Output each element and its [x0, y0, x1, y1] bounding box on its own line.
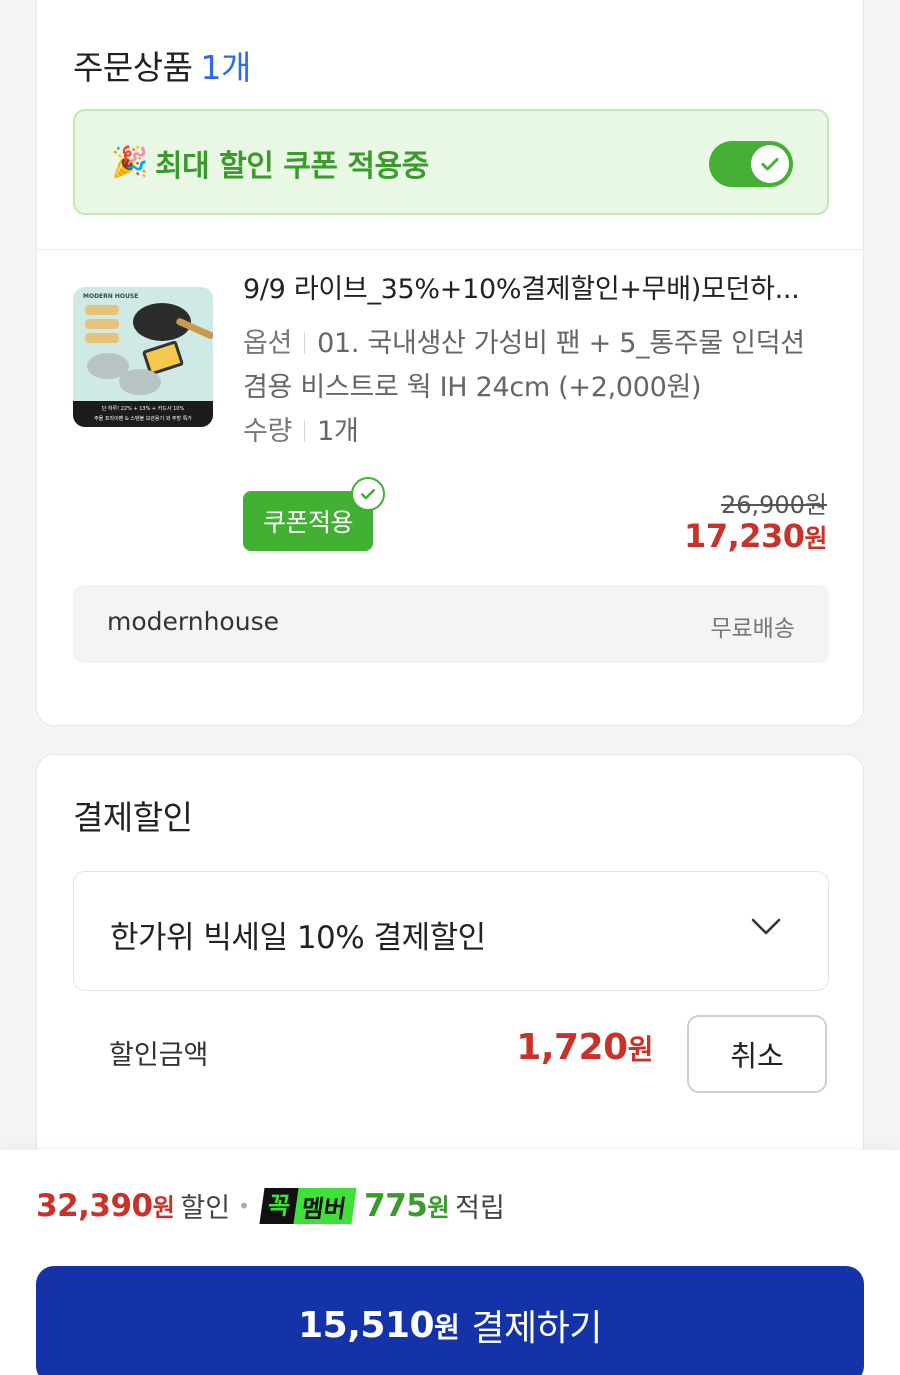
product-option-line: 옵션 01. 국내생산 가성비 팬 + 5_통주물 인덕션	[243, 321, 805, 360]
toggle-check-icon	[751, 145, 789, 183]
product-name[interactable]: 9/9 라이브_35%+10%결제할인+무배)모던하...	[243, 267, 833, 306]
thumb-brand: MODERN HOUSE	[83, 293, 139, 300]
order-title-text: 주문상품	[73, 48, 193, 87]
seller-name: modernhouse	[107, 607, 279, 636]
pay-amount: 15,510원	[298, 1304, 460, 1346]
payment-discount-select[interactable]: 한가위 빅세일 10% 결제할인	[73, 871, 829, 991]
kkok-logo: 꼭	[259, 1187, 299, 1224]
thumb-promo-band: 단 하루! 22% + 13% + 카드사 10% 주물 프라이팬 & 스텐볼 …	[73, 401, 213, 427]
coupon-banner-text: 최대 할인 쿠폰 적용중	[155, 149, 429, 184]
product-thumbnail[interactable]: MODERN HOUSE 단 하루! 22% + 13% + 카드사 10% 주…	[73, 287, 213, 427]
original-price: 26,900원	[720, 491, 827, 519]
qty-value: 1개	[317, 416, 359, 447]
discounted-price: 17,230원	[684, 517, 827, 555]
checkout-bottom-bar: 32,390원 할인 • 꼭 멤버 775원 적립 15,510원 결제하기	[0, 1150, 900, 1375]
member-label: 멤버	[299, 1194, 348, 1222]
separator-dot: •	[238, 1193, 250, 1218]
payment-discount-title: 결제할인	[73, 798, 193, 837]
payment-discount-card: 결제할인 한가위 빅세일 10% 결제할인 할인금액 1,720원 취소	[36, 754, 864, 1214]
points-text: 적립	[455, 1193, 505, 1224]
savings-summary: 32,390원 할인 • 꼭 멤버 775원 적립	[36, 1186, 505, 1225]
section-divider	[37, 249, 863, 250]
chevron-down-icon	[750, 916, 782, 942]
shipping-info: 무료배송	[710, 616, 795, 642]
discount-amount-value: 1,720원	[516, 1027, 653, 1068]
pay-button[interactable]: 15,510원 결제하기	[36, 1266, 864, 1375]
max-coupon-banner[interactable]: 🎉 최대 할인 쿠폰 적용중	[73, 109, 829, 215]
pay-label: 결제하기	[471, 1308, 602, 1349]
check-circle-icon	[351, 477, 385, 511]
discount-text: 할인	[180, 1193, 231, 1224]
order-item-count: 1개	[200, 48, 251, 87]
order-section-title: 주문상품 1개	[73, 41, 251, 89]
total-discount-amount: 32,390원	[36, 1187, 175, 1224]
coupon-toggle[interactable]	[709, 141, 793, 187]
seller-shipping-row: modernhouse 무료배송	[73, 585, 829, 663]
party-popper-icon: 🎉	[111, 145, 149, 180]
discount-amount-label: 할인금액	[109, 1040, 209, 1071]
option-key: 옵션	[243, 328, 293, 359]
selected-discount-label: 한가위 빅세일 10% 결제할인	[110, 920, 486, 956]
product-quantity-line: 수량 1개	[243, 409, 359, 448]
option-value-line1: 01. 국내생산 가성비 팬 + 5_통주물 인덕션	[317, 328, 805, 359]
points-amount: 775원	[364, 1187, 450, 1224]
product-option-line-2: 겸용 비스트로 웍 IH 24cm (+2,000원)	[243, 372, 702, 403]
cancel-discount-button[interactable]: 취소	[687, 1015, 827, 1093]
order-items-card: 주문상품 1개 🎉 최대 할인 쿠폰 적용중 MODERN HOUSE 단 하루!…	[36, 0, 864, 726]
kkok-member-badge: 꼭 멤버	[259, 1187, 357, 1224]
qty-key: 수량	[243, 416, 293, 447]
